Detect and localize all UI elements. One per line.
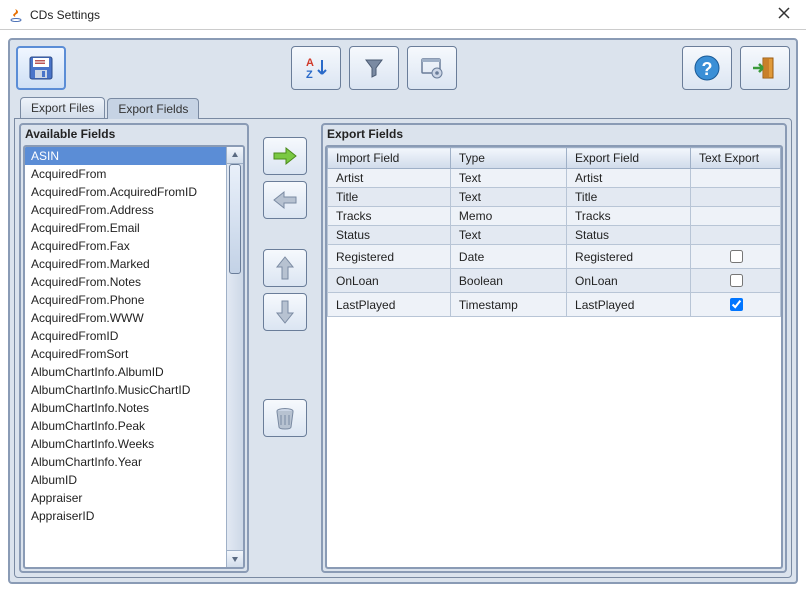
scrollbar[interactable]: [226, 147, 243, 567]
col-text-export[interactable]: Text Export: [691, 148, 781, 169]
list-item[interactable]: AlbumChartInfo.Weeks: [25, 435, 243, 453]
close-icon: [778, 7, 790, 19]
text-export-checkbox[interactable]: [730, 274, 743, 287]
export-fields-table-wrap: Import Field Type Export Field Text Expo…: [325, 145, 783, 569]
arrow-down-icon: [275, 299, 295, 325]
available-fields-group: Available Fields ASINAcquiredFromAcquire…: [19, 123, 249, 573]
table-row[interactable]: TracksMemoTracks: [328, 207, 781, 226]
available-fields-list[interactable]: ASINAcquiredFromAcquiredFrom.AcquiredFro…: [23, 145, 245, 569]
col-export-field[interactable]: Export Field: [567, 148, 691, 169]
window-title: CDs Settings: [30, 8, 770, 22]
col-type[interactable]: Type: [450, 148, 566, 169]
col-import-field[interactable]: Import Field: [328, 148, 451, 169]
list-item[interactable]: ASIN: [25, 147, 243, 165]
table-row[interactable]: RegisteredDateRegistered: [328, 245, 781, 269]
list-item[interactable]: AlbumChartInfo.Notes: [25, 399, 243, 417]
sort-button[interactable]: A Z: [291, 46, 341, 90]
remove-button[interactable]: [263, 181, 307, 219]
list-item[interactable]: AcquiredFrom.WWW: [25, 309, 243, 327]
scroll-thumb[interactable]: [229, 164, 241, 274]
trash-icon: [274, 406, 296, 430]
tab-export-fields[interactable]: Export Fields: [107, 98, 199, 119]
exit-door-icon: [751, 54, 779, 82]
table-row[interactable]: OnLoanBooleanOnLoan: [328, 269, 781, 293]
table-row[interactable]: LastPlayedTimestampLastPlayed: [328, 293, 781, 317]
java-icon: [8, 7, 24, 23]
titlebar: CDs Settings: [0, 0, 806, 30]
help-icon: ?: [692, 53, 722, 83]
export-fields-table[interactable]: Import Field Type Export Field Text Expo…: [327, 147, 781, 317]
funnel-icon: [360, 54, 388, 82]
delete-button[interactable]: [263, 399, 307, 437]
toolbar: A Z: [14, 44, 792, 96]
list-item[interactable]: AppraiserID: [25, 507, 243, 525]
floppy-icon: [27, 54, 55, 82]
text-export-checkbox[interactable]: [730, 298, 743, 311]
list-item[interactable]: AcquiredFrom.Notes: [25, 273, 243, 291]
settings-button[interactable]: [407, 46, 457, 90]
arrow-up-icon: [275, 255, 295, 281]
table-row[interactable]: TitleTextTitle: [328, 188, 781, 207]
tab-strip: Export Files Export Fields: [14, 96, 792, 118]
text-export-checkbox[interactable]: [730, 250, 743, 263]
add-button[interactable]: [263, 137, 307, 175]
export-fields-legend: Export Fields: [323, 125, 785, 143]
export-fields-group: Export Fields Import Field Type Export F…: [321, 123, 787, 573]
svg-text:A: A: [306, 57, 314, 69]
list-item[interactable]: AlbumChartInfo.AlbumID: [25, 363, 243, 381]
help-button[interactable]: ?: [682, 46, 732, 90]
list-item[interactable]: AlbumID: [25, 471, 243, 489]
page-export-fields: Available Fields ASINAcquiredFromAcquire…: [14, 118, 792, 578]
move-up-button[interactable]: [263, 249, 307, 287]
arrow-right-icon: [272, 146, 298, 166]
list-item[interactable]: AcquiredFrom.Marked: [25, 255, 243, 273]
list-item[interactable]: AcquiredFromSort: [25, 345, 243, 363]
tab-export-files[interactable]: Export Files: [20, 97, 105, 118]
move-down-button[interactable]: [263, 293, 307, 331]
list-item[interactable]: AcquiredFrom.Fax: [25, 237, 243, 255]
close-button[interactable]: [770, 6, 798, 23]
list-item[interactable]: AlbumChartInfo.Peak: [25, 417, 243, 435]
list-item[interactable]: AcquiredFrom.Email: [25, 219, 243, 237]
scroll-down-button[interactable]: [227, 550, 243, 567]
arrow-left-icon: [272, 190, 298, 210]
list-item[interactable]: AlbumChartInfo.Year: [25, 453, 243, 471]
filter-button[interactable]: [349, 46, 399, 90]
window-gear-icon: [418, 54, 446, 82]
svg-text:Z: Z: [306, 69, 313, 81]
table-row[interactable]: ArtistTextArtist: [328, 169, 781, 188]
sort-az-icon: A Z: [302, 54, 330, 82]
list-item[interactable]: AcquiredFrom: [25, 165, 243, 183]
scroll-up-button[interactable]: [227, 147, 243, 164]
svg-text:?: ?: [702, 59, 713, 79]
list-item[interactable]: AcquiredFrom.AcquiredFromID: [25, 183, 243, 201]
list-item[interactable]: Appraiser: [25, 489, 243, 507]
save-button[interactable]: [16, 46, 66, 90]
list-item[interactable]: AlbumChartInfo.MusicChartID: [25, 381, 243, 399]
list-item[interactable]: AcquiredFrom.Address: [25, 201, 243, 219]
transfer-buttons: [255, 123, 315, 573]
table-row[interactable]: StatusTextStatus: [328, 226, 781, 245]
available-fields-legend: Available Fields: [21, 125, 247, 143]
list-item[interactable]: AcquiredFromID: [25, 327, 243, 345]
exit-button[interactable]: [740, 46, 790, 90]
list-item[interactable]: AcquiredFrom.Phone: [25, 291, 243, 309]
